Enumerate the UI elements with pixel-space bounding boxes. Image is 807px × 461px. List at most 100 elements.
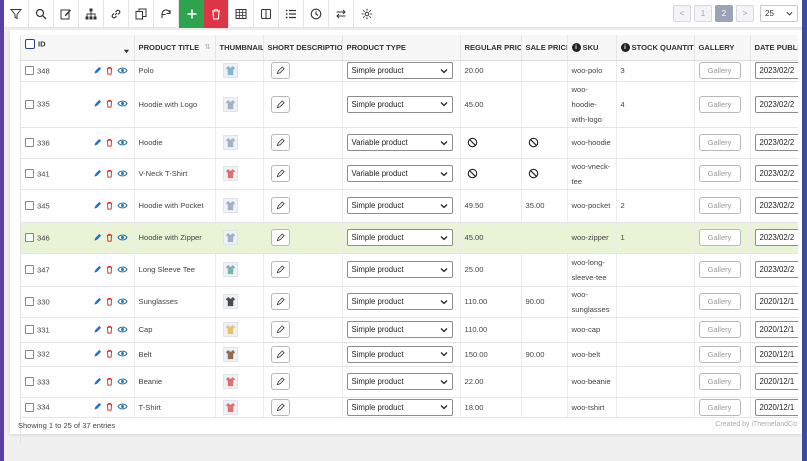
trash-icon[interactable]	[105, 233, 114, 242]
cell-title[interactable]: V-Neck T-Shirt	[134, 158, 216, 190]
eye-icon[interactable]	[116, 201, 128, 210]
hoodie-icon[interactable]	[222, 198, 238, 213]
product-type-select[interactable]: Simple product	[346, 345, 453, 363]
table-row[interactable]: 348 Polo Simple product 20.00 woo-polo 3 Galle…	[21, 60, 798, 82]
product-type-select[interactable]: Simple product	[346, 62, 453, 79]
cell-sale-price[interactable]	[521, 317, 568, 343]
cell-sale-price[interactable]	[521, 222, 568, 254]
date-published-input[interactable]: 2020/12/1	[754, 293, 798, 310]
eye-icon[interactable]	[116, 349, 128, 358]
date-published-input[interactable]: 2023/02/2	[754, 197, 798, 214]
pencil-icon[interactable]	[93, 402, 102, 411]
cell-thumbnail[interactable]	[215, 253, 264, 287]
pencil-icon[interactable]	[93, 297, 102, 306]
table-row[interactable]: 335 Hoodie with Logo Simple product 45.00 wo…	[21, 81, 798, 128]
table-row[interactable]: 347 Long Sleeve Tee Simple product 25.00 woo…	[21, 253, 798, 287]
eye-icon[interactable]	[116, 377, 128, 386]
date-published-input[interactable]: 2020/12/1	[754, 345, 798, 363]
trash-icon[interactable]	[105, 66, 114, 75]
row-checkbox[interactable]	[25, 66, 34, 76]
cell-title[interactable]: Hoodie	[134, 127, 216, 159]
cell-sku[interactable]: woo-sunglasses	[567, 286, 617, 318]
cell-sku[interactable]: woo-vneck-tee	[567, 158, 617, 190]
header-product-title[interactable]: PRODUCT TITLE ⇅	[134, 35, 216, 61]
trash-icon[interactable]	[105, 349, 114, 358]
cell-sku[interactable]: woo-cap	[567, 317, 617, 343]
gallery-button[interactable]: Gallery	[698, 95, 741, 113]
cell-thumbnail[interactable]	[215, 189, 264, 223]
cell-stock-quantity[interactable]	[616, 158, 695, 190]
product-type-select[interactable]: Simple product	[346, 293, 453, 310]
beanie-icon[interactable]	[222, 374, 238, 389]
date-published-input[interactable]: 2023/02/2	[754, 95, 798, 113]
gallery-button[interactable]: Gallery	[698, 373, 741, 390]
header-regular-price[interactable]: REGULAR PRICE	[460, 35, 522, 61]
column-profile-button[interactable]	[254, 0, 279, 28]
pencil-icon[interactable]	[93, 349, 102, 358]
trash-icon[interactable]	[105, 169, 114, 178]
duplicate-button[interactable]	[129, 0, 154, 28]
add-product-button[interactable]	[179, 0, 204, 28]
cell-sale-price[interactable]	[521, 397, 568, 418]
cap-icon[interactable]	[222, 322, 238, 337]
table-row[interactable]: 330 Sunglasses Simple product 110.00 90.00 wo…	[21, 286, 798, 318]
date-published-input[interactable]: 2023/02/2	[754, 261, 798, 278]
hoodie-icon[interactable]	[222, 135, 238, 150]
pencil-icon[interactable]	[93, 66, 102, 75]
table-row[interactable]: 345 Hoodie with Pocket Simple product 49.50…	[21, 189, 798, 223]
filter-button[interactable]	[4, 0, 29, 28]
sunglasses-icon[interactable]	[222, 294, 238, 309]
product-type-select[interactable]: Simple product	[346, 321, 453, 338]
cell-regular-price[interactable]: 110.00	[460, 286, 522, 318]
cell-title[interactable]: Polo	[134, 60, 216, 82]
cell-sku[interactable]: woo-belt	[567, 342, 617, 367]
trash-icon[interactable]	[105, 377, 114, 386]
cell-stock-quantity[interactable]	[616, 317, 695, 343]
trash-icon[interactable]	[105, 201, 114, 210]
edit-description-button[interactable]	[270, 229, 290, 246]
gallery-button[interactable]: Gallery	[698, 345, 741, 363]
date-published-input[interactable]: 2023/02/2	[754, 134, 798, 151]
cell-stock-quantity[interactable]	[616, 342, 695, 367]
cell-sale-price[interactable]	[521, 158, 568, 190]
cell-title[interactable]: Belt	[134, 342, 216, 367]
cell-thumbnail[interactable]	[215, 342, 264, 367]
row-checkbox[interactable]	[25, 349, 34, 359]
cell-sku[interactable]: woo-hoodie-with-logo	[567, 81, 617, 128]
cell-sku[interactable]: woo-polo	[567, 60, 617, 82]
eye-icon[interactable]	[116, 66, 128, 75]
product-type-select[interactable]: Simple product	[346, 229, 453, 246]
cell-regular-price[interactable]: 110.00	[460, 317, 522, 343]
cell-regular-price[interactable]: 22.00	[460, 366, 522, 398]
belt-icon[interactable]	[222, 346, 238, 362]
tshirt-icon[interactable]	[222, 399, 238, 415]
pencil-icon[interactable]	[93, 233, 102, 242]
gallery-button[interactable]: Gallery	[698, 165, 741, 182]
cell-title[interactable]: Sunglasses	[134, 286, 216, 318]
cell-stock-quantity[interactable]: 1	[616, 222, 695, 254]
cell-title[interactable]: Hoodie with Zipper	[134, 222, 216, 254]
pencil-icon[interactable]	[93, 201, 102, 210]
gallery-button[interactable]: Gallery	[698, 197, 741, 214]
table-row[interactable]: 333 Beanie Simple product 22.00 woo-beanie Ga…	[21, 366, 798, 398]
product-type-select[interactable]: Simple product	[346, 197, 453, 214]
eye-icon[interactable]	[116, 325, 128, 334]
cell-regular-price[interactable]: 45.00	[460, 81, 522, 128]
header-sku[interactable]: i SKU	[567, 35, 617, 61]
cell-stock-quantity[interactable]: 3	[616, 60, 695, 82]
cell-regular-price[interactable]: 150.00	[460, 342, 522, 367]
cell-regular-price[interactable]: 49.50	[460, 189, 522, 223]
gallery-button[interactable]: Gallery	[698, 229, 741, 246]
history-button[interactable]	[304, 0, 329, 28]
cell-sale-price[interactable]: 90.00	[521, 342, 568, 367]
gallery-button[interactable]: Gallery	[698, 321, 741, 338]
cell-sku[interactable]: woo-long-sleeve-tee	[567, 253, 617, 287]
edit-description-button[interactable]	[270, 134, 290, 151]
eye-icon[interactable]	[116, 138, 128, 147]
longsleeve-icon[interactable]	[222, 262, 238, 277]
cell-title[interactable]: Hoodie with Logo	[134, 81, 216, 128]
eye-icon[interactable]	[116, 402, 128, 411]
trash-icon[interactable]	[105, 99, 114, 108]
cell-sku[interactable]: woo-pocket	[567, 189, 617, 223]
cell-title[interactable]: T-Shirt	[134, 397, 216, 418]
